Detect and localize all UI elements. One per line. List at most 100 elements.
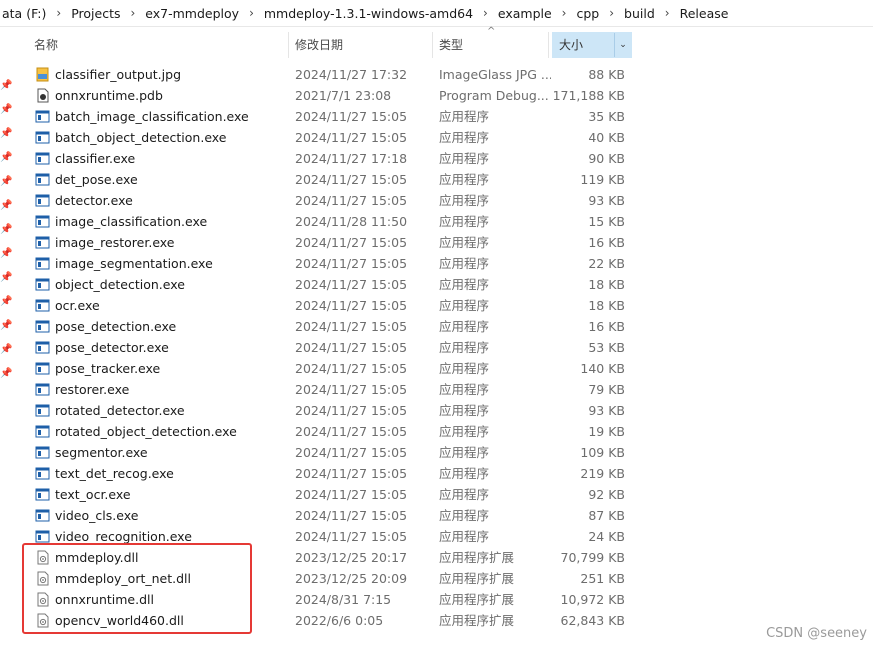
file-date: 2024/11/27 15:05 [295, 508, 408, 523]
breadcrumb-item-mmdeploy[interactable]: mmdeploy-1.3.1-windows-amd64 [262, 6, 475, 21]
file-row[interactable]: image_segmentation.exe 2024/11/27 15:05 应用… [0, 253, 873, 274]
file-name: restorer.exe [55, 382, 130, 397]
file-size: 251 KB [580, 571, 625, 586]
file-row[interactable]: object_detection.exe 2024/11/27 15:05 应用程序… [0, 274, 873, 295]
file-row[interactable]: detector.exe 2024/11/27 15:05 应用程序 93 KB [0, 190, 873, 211]
file-type: 应用程序扩展 [439, 613, 515, 628]
file-name: segmentor.exe [55, 445, 148, 460]
exe-file-icon [35, 362, 50, 375]
column-header-type[interactable]: 类型 [439, 32, 463, 58]
exe-file-icon [35, 152, 50, 165]
file-row[interactable]: text_ocr.exe 2024/11/27 15:05 应用程序 92 KB [0, 484, 873, 505]
file-date: 2024/11/27 15:05 [295, 109, 408, 124]
address-bar[interactable]: ata (F:) › Projects › ex7-mmdeploy › mmd… [0, 0, 873, 27]
exe-file-icon [35, 320, 50, 333]
column-header-size[interactable]: 大小 ⌄ [552, 32, 632, 58]
file-row[interactable]: rotated_detector.exe 2024/11/27 15:05 应用程序… [0, 400, 873, 421]
file-date: 2024/11/27 17:32 [295, 67, 408, 82]
chevron-right-icon[interactable]: › [48, 6, 69, 20]
file-type: 应用程序 [439, 361, 490, 376]
file-type: 应用程序 [439, 277, 490, 292]
chevron-right-icon[interactable]: › [241, 6, 262, 20]
chevron-right-icon[interactable]: › [657, 6, 678, 20]
chevron-right-icon[interactable]: › [475, 6, 496, 20]
file-row[interactable]: onnxruntime.pdb 2021/7/1 23:08 Program Deb… [0, 85, 873, 106]
file-row[interactable]: restorer.exe 2024/11/27 15:05 应用程序 79 KB [0, 379, 873, 400]
chevron-right-icon[interactable]: › [601, 6, 622, 20]
file-name: classifier_output.jpg [55, 67, 182, 82]
exe-file-icon [35, 467, 50, 480]
breadcrumb-item-projects[interactable]: Projects [69, 6, 122, 21]
file-size: 18 KB [588, 298, 625, 313]
file-row[interactable]: rotated_object_detection.exe 2024/11/27 1… [0, 421, 873, 442]
breadcrumb-item-release[interactable]: Release [678, 6, 731, 21]
file-size: 90 KB [588, 151, 625, 166]
file-size: 93 KB [588, 193, 625, 208]
file-row[interactable]: pose_detection.exe 2024/11/27 15:05 应用程序 16… [0, 316, 873, 337]
file-row[interactable]: pose_tracker.exe 2024/11/27 15:05 应用程序 140 … [0, 358, 873, 379]
chevron-down-icon[interactable]: ⌄ [614, 33, 631, 57]
breadcrumb: ata (F:) › Projects › ex7-mmdeploy › mmd… [0, 4, 730, 22]
file-date: 2024/11/27 15:05 [295, 382, 408, 397]
file-size: 24 KB [588, 529, 625, 544]
chevron-right-icon[interactable]: › [122, 6, 143, 20]
column-divider[interactable] [432, 32, 433, 58]
file-size: 219 KB [580, 466, 625, 481]
column-divider[interactable] [548, 32, 549, 58]
file-size: 10,972 KB [560, 592, 625, 607]
file-size: 40 KB [588, 130, 625, 145]
file-name: ocr.exe [55, 298, 100, 313]
file-size: 22 KB [588, 256, 625, 271]
file-type: 应用程序 [439, 193, 490, 208]
file-date: 2024/11/27 15:05 [295, 445, 408, 460]
file-type: 应用程序扩展 [439, 592, 515, 607]
file-date: 2024/11/27 17:18 [295, 151, 408, 166]
column-header-modified[interactable]: 修改日期 [295, 32, 343, 58]
file-date: 2021/7/1 23:08 [295, 88, 392, 103]
exe-file-icon [35, 299, 50, 312]
file-row[interactable]: video_cls.exe 2024/11/27 15:05 应用程序 87 KB [0, 505, 873, 526]
exe-file-icon [35, 425, 50, 438]
file-size: 79 KB [588, 382, 625, 397]
file-row[interactable]: classifier.exe 2024/11/27 17:18 应用程序 90 KB [0, 148, 873, 169]
file-size: 87 KB [588, 508, 625, 523]
file-row[interactable]: image_classification.exe 2024/11/28 11:50… [0, 211, 873, 232]
file-date: 2024/11/28 11:50 [295, 214, 408, 229]
file-name: batch_image_classification.exe [55, 109, 249, 124]
file-date: 2024/11/27 15:05 [295, 193, 408, 208]
file-date: 2024/11/27 15:05 [295, 361, 408, 376]
breadcrumb-item-example[interactable]: example [496, 6, 554, 21]
file-size: 93 KB [588, 403, 625, 418]
file-row[interactable]: det_pose.exe 2024/11/27 15:05 应用程序 119 KB [0, 169, 873, 190]
file-date: 2024/11/27 15:05 [295, 172, 408, 187]
file-row[interactable]: pose_detector.exe 2024/11/27 15:05 应用程序 53 … [0, 337, 873, 358]
file-name: text_det_recog.exe [55, 466, 174, 481]
file-row[interactable]: ocr.exe 2024/11/27 15:05 应用程序 18 KB [0, 295, 873, 316]
file-row[interactable]: image_restorer.exe 2024/11/27 15:05 应用程序 16… [0, 232, 873, 253]
file-size: 16 KB [588, 319, 625, 334]
column-divider[interactable] [288, 32, 289, 58]
file-date: 2024/8/31 7:15 [295, 592, 392, 607]
file-type: 应用程序 [439, 214, 490, 229]
file-name: pose_detection.exe [55, 319, 177, 334]
chevron-right-icon[interactable]: › [554, 6, 575, 20]
file-row[interactable]: batch_object_detection.exe 2024/11/27 15:… [0, 127, 873, 148]
breadcrumb-item-cpp[interactable]: cpp [574, 6, 601, 21]
file-name: image_restorer.exe [55, 235, 175, 250]
exe-file-icon [35, 278, 50, 291]
file-date: 2024/11/27 15:05 [295, 424, 408, 439]
file-row[interactable]: classifier_output.jpg 2024/11/27 17:32 Ima… [0, 64, 873, 85]
exe-file-icon [35, 257, 50, 270]
column-header-name[interactable]: 名称 [34, 32, 58, 58]
breadcrumb-item-ex7[interactable]: ex7-mmdeploy [143, 6, 241, 21]
exe-file-icon [35, 488, 50, 501]
file-row[interactable]: batch_image_classification.exe 2024/11/27… [0, 106, 873, 127]
file-size: 119 KB [580, 172, 625, 187]
file-type: 应用程序 [439, 382, 490, 397]
file-row[interactable]: segmentor.exe 2024/11/27 15:05 应用程序 109 KB [0, 442, 873, 463]
file-row[interactable]: text_det_recog.exe 2024/11/27 15:05 应用程序 21… [0, 463, 873, 484]
breadcrumb-item-drive[interactable]: ata (F:) [0, 6, 48, 21]
file-date: 2024/11/27 15:05 [295, 340, 408, 355]
file-name: text_ocr.exe [55, 487, 131, 502]
breadcrumb-item-build[interactable]: build [622, 6, 657, 21]
